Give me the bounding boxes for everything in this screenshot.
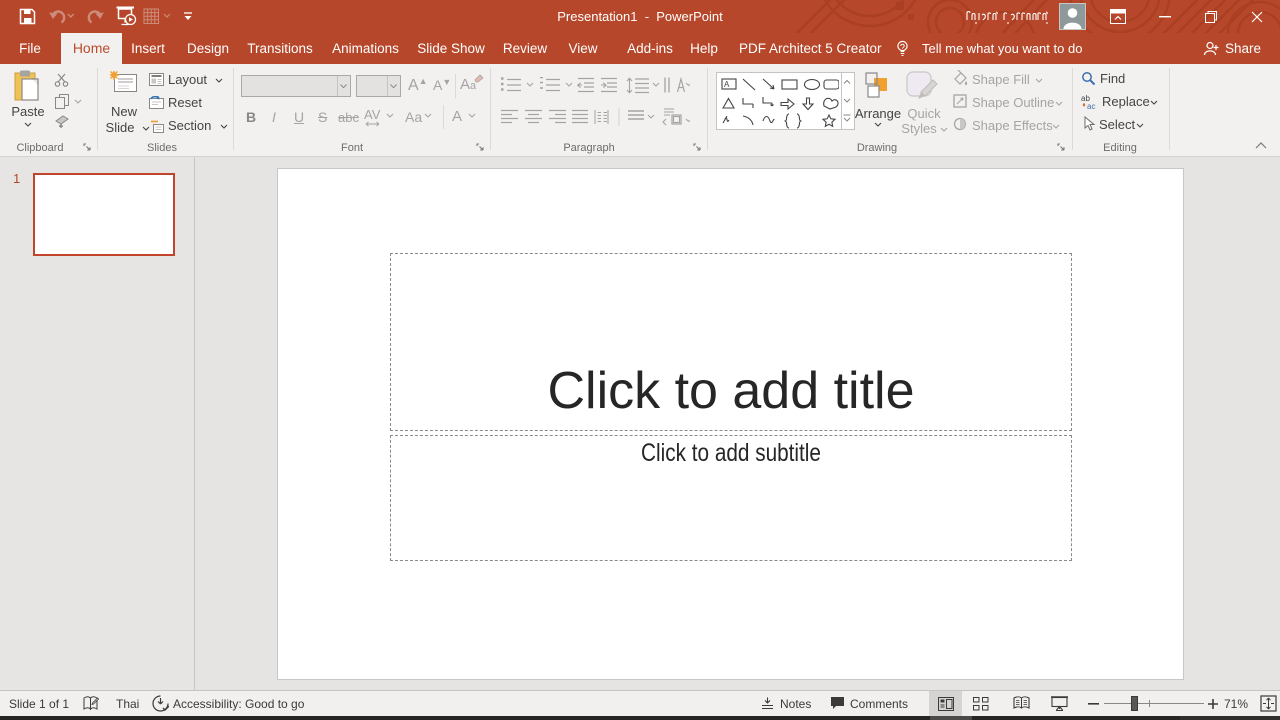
svg-text:A: A <box>724 80 730 89</box>
svg-text:ac: ac <box>1087 102 1095 110</box>
